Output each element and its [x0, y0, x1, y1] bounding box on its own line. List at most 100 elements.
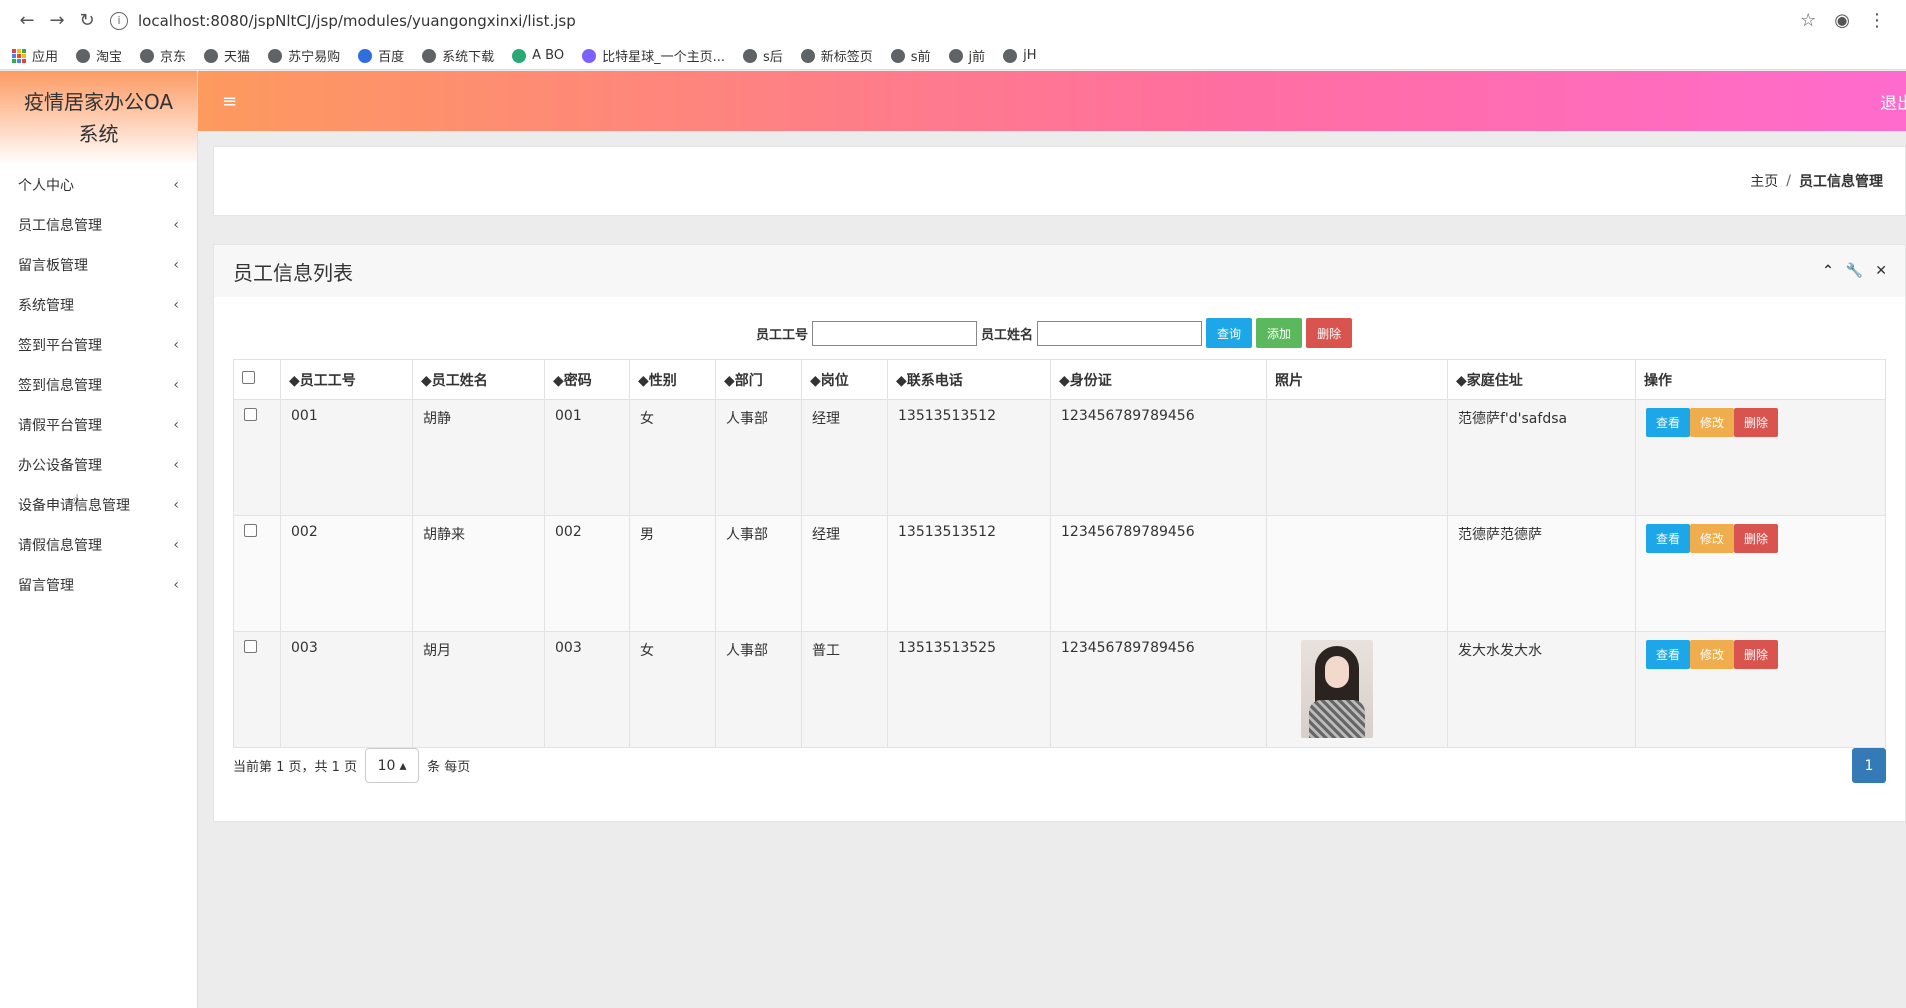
bookmark[interactable]: 新标签页	[800, 46, 873, 65]
bookmark[interactable]: 淘宝	[76, 46, 122, 65]
cell-gender: 女	[629, 631, 716, 748]
planet-icon	[582, 48, 597, 63]
add-button[interactable]: 添加	[1256, 318, 1303, 348]
bookmark[interactable]: 苏宁易购	[268, 46, 340, 65]
column-header[interactable]: ◆身份证	[1050, 359, 1267, 400]
sidebar-item-leave-platform[interactable]: 请假平台管理 ‹	[0, 405, 197, 445]
row-checkbox[interactable]	[244, 408, 257, 421]
delete-button[interactable]: 删除	[1734, 408, 1779, 437]
bookmark[interactable]: 系统下载	[422, 46, 494, 65]
browser-chrome: ← → ↻ i localhost:8080/jspNltCJ/jsp/modu…	[0, 0, 1906, 70]
bookmark[interactable]: j前	[948, 46, 985, 65]
column-header[interactable]: ◆员工姓名	[412, 359, 545, 400]
wrench-icon[interactable]: 🔧	[1846, 263, 1863, 279]
globe-icon	[800, 48, 815, 63]
bookmark[interactable]: s后	[742, 46, 783, 65]
delete-button[interactable]: 删除	[1734, 640, 1779, 669]
cell-phone: 13513513512	[887, 515, 1051, 632]
delete-button[interactable]: 删除	[1734, 524, 1779, 553]
page-size-select[interactable]: 10 ▴	[365, 748, 420, 783]
url-text: localhost:8080/jspNltCJ/jsp/modules/yuan…	[138, 11, 576, 30]
cell-idcard: 123456789789456	[1050, 631, 1267, 748]
edit-button[interactable]: 修改	[1690, 524, 1735, 553]
caret-up-icon: ▴	[399, 757, 407, 774]
close-icon[interactable]: ✕	[1875, 263, 1887, 279]
bookmark[interactable]: 百度	[358, 46, 404, 65]
app: 疫情居家办公OA系统 个人中心 ‹ 员工信息管理 ‹ 留言板管理 ‹ 系统管理 ‹ 签到…	[0, 71, 1906, 1008]
sidebar-item-messages[interactable]: 留言管理 ‹	[0, 565, 197, 605]
row-checkbox[interactable]	[244, 524, 257, 537]
sidebar-item-office-equipment[interactable]: 办公设备管理 ‹	[0, 445, 197, 485]
staff-list-panel: 员工信息列表 ⌃ 🔧 ✕ 员工工号 员工姓名 查询 添加 删除 ◆员工工号 ◆员…	[213, 244, 1906, 822]
breadcrumb-current: 员工信息管理	[1799, 174, 1883, 190]
breadcrumb-separator: /	[1786, 173, 1791, 189]
cell-actions: 查看 修改 删除	[1635, 399, 1886, 516]
bookmark[interactable]: s前	[890, 46, 931, 65]
sidebar-item-equipment-request[interactable]: 设备申请信息管理 ‹	[0, 485, 197, 525]
sidebar-item-staff[interactable]: 员工信息管理 ‹	[0, 205, 197, 245]
sidebar-menu: 个人中心 ‹ 员工信息管理 ‹ 留言板管理 ‹ 系统管理 ‹ 签到平台管理 ‹ 签到信息管…	[0, 165, 197, 605]
edit-button[interactable]: 修改	[1690, 640, 1735, 669]
cell-staff-id: 003	[280, 631, 413, 748]
sidebar-item-checkin-info[interactable]: 签到信息管理 ‹	[0, 365, 197, 405]
column-header: 照片	[1266, 359, 1448, 400]
globe-icon	[422, 48, 437, 63]
bookmark[interactable]: jH	[1003, 48, 1037, 63]
leaf-icon	[512, 48, 527, 63]
page-button-1[interactable]: 1	[1852, 748, 1886, 783]
bookmarks-bar: 应用 淘宝 京东 天猫 苏宁易购 百度 系统下载 A BO 比特星球_一个主页.…	[0, 41, 1906, 70]
profile-icon[interactable]: ◉	[1834, 10, 1850, 31]
sidebar-item-checkin-platform[interactable]: 签到平台管理 ‹	[0, 325, 197, 365]
view-button[interactable]: 查看	[1646, 524, 1691, 553]
column-header[interactable]: ◆员工工号	[280, 359, 413, 400]
cell-actions: 查看 修改 删除	[1635, 631, 1886, 748]
column-header[interactable]: ◆部门	[715, 359, 802, 400]
bookmark[interactable]: 京东	[140, 46, 186, 65]
edit-button[interactable]: 修改	[1690, 408, 1735, 437]
cell-dept: 人事部	[715, 515, 802, 632]
column-header[interactable]: ◆联系电话	[887, 359, 1051, 400]
reload-icon[interactable]: ↻	[72, 10, 102, 31]
column-header[interactable]: ◆岗位	[801, 359, 888, 400]
star-icon[interactable]: ☆	[1800, 10, 1816, 31]
column-header[interactable]: ◆性别	[629, 359, 716, 400]
breadcrumb-home[interactable]: 主页	[1750, 171, 1778, 191]
table-row: 002 胡静来 002 男 人事部 经理 13513513512 1234567…	[233, 515, 1886, 632]
row-checkbox[interactable]	[244, 640, 257, 653]
paw-icon	[358, 48, 373, 63]
cell-password: 001	[544, 399, 630, 516]
select-all-checkbox[interactable]	[242, 371, 255, 384]
column-header[interactable]: ◆家庭住址	[1447, 359, 1636, 400]
bookmark[interactable]: A BO	[512, 48, 564, 63]
sidebar-item-leave-info[interactable]: 请假信息管理 ‹	[0, 525, 197, 565]
bookmark[interactable]: 比特星球_一个主页...	[582, 46, 725, 65]
view-button[interactable]: 查看	[1646, 408, 1691, 437]
collapse-icon[interactable]: ⌃	[1822, 263, 1834, 279]
chevron-left-icon: ‹	[173, 337, 179, 353]
bookmark[interactable]: 天猫	[204, 46, 250, 65]
sidebar-item-message-board[interactable]: 留言板管理 ‹	[0, 245, 197, 285]
staff-id-input[interactable]	[812, 320, 978, 346]
cell-address: 范德萨f'd'safdsa	[1447, 399, 1636, 516]
column-header[interactable]: ◆密码	[544, 359, 630, 400]
sidebar-item-system[interactable]: 系统管理 ‹	[0, 285, 197, 325]
address-bar[interactable]: i localhost:8080/jspNltCJ/jsp/modules/yu…	[110, 5, 1800, 37]
batch-delete-button[interactable]: 删除	[1306, 318, 1353, 348]
more-icon[interactable]: ⋮	[1868, 10, 1886, 31]
forward-icon[interactable]: →	[42, 10, 72, 31]
chevron-left-icon: ‹	[173, 497, 179, 513]
globe-icon	[204, 48, 219, 63]
bookmark-apps[interactable]: 应用	[12, 46, 58, 65]
menu-toggle-icon[interactable]: ≡	[222, 91, 237, 112]
select-all-cell	[233, 359, 281, 400]
staff-name-input[interactable]	[1037, 320, 1203, 346]
info-icon[interactable]: i	[110, 11, 128, 30]
query-button[interactable]: 查询	[1206, 318, 1253, 348]
sidebar-item-personal[interactable]: 个人中心 ‹	[0, 165, 197, 205]
view-button[interactable]: 查看	[1646, 640, 1691, 669]
photo-body	[1309, 700, 1365, 738]
chevron-left-icon: ‹	[173, 457, 179, 473]
cell-photo	[1266, 631, 1448, 748]
logout-link[interactable]: 退出	[1880, 89, 1906, 114]
back-icon[interactable]: ←	[12, 10, 42, 31]
